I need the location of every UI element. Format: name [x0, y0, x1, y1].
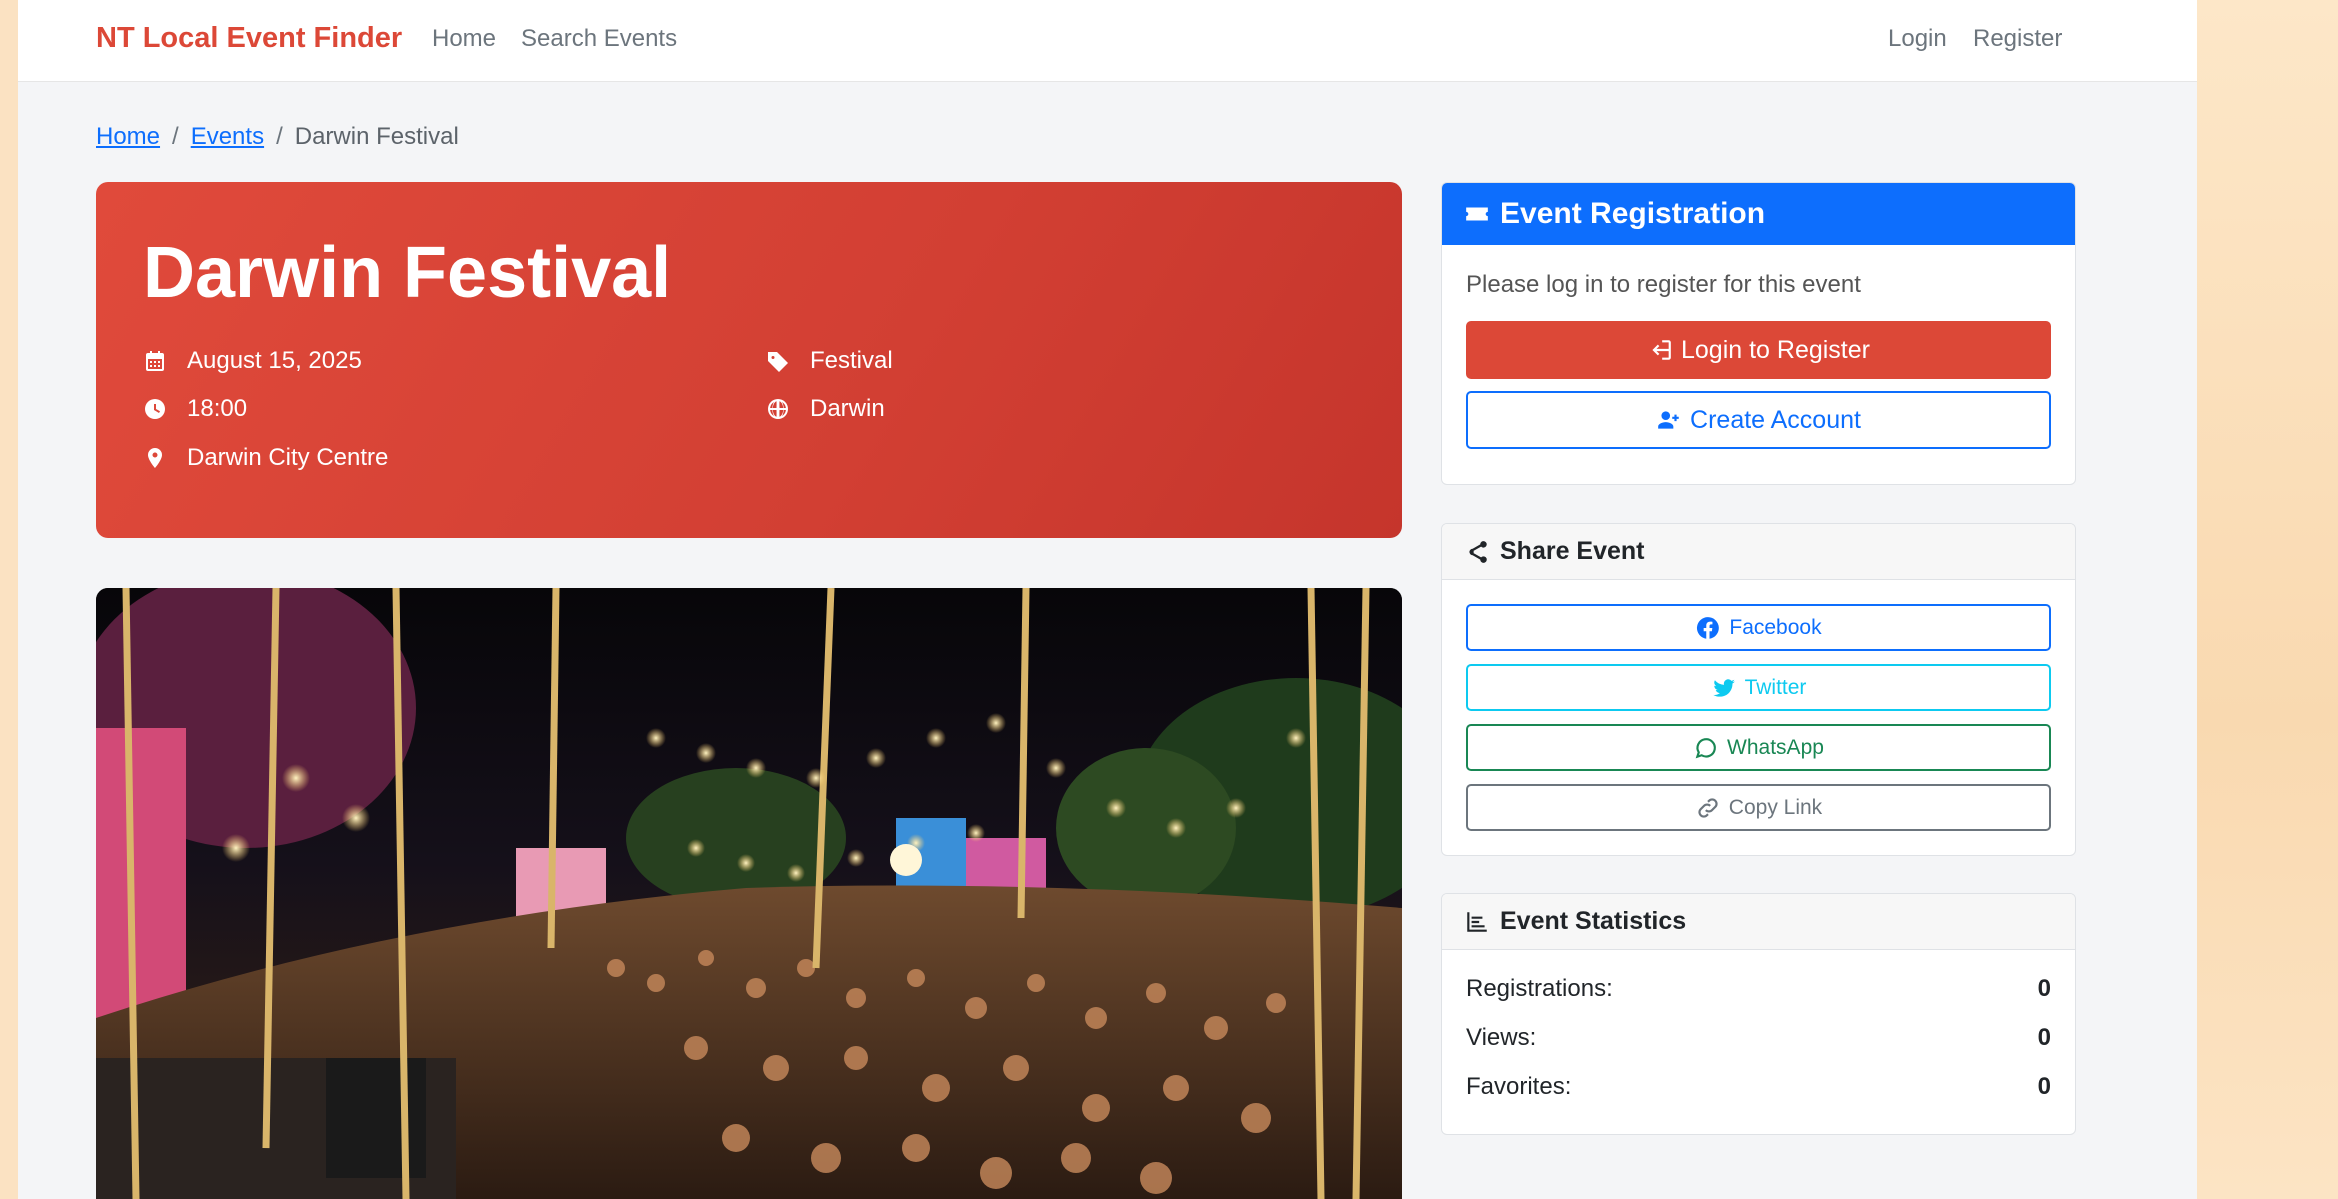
statistics-title: Event Statistics — [1500, 907, 1687, 935]
stat-value: 0 — [2037, 974, 2051, 1002]
page-backdrop-left — [0, 0, 18, 1199]
event-title: Darwin Festival — [143, 233, 672, 313]
brand-logo-link[interactable]: NT Local Event Finder — [96, 22, 402, 55]
top-navbar: NT Local Event Finder Home Search Events… — [18, 0, 2197, 82]
breadcrumb-home-link[interactable]: Home — [96, 123, 160, 151]
create-account-button[interactable]: Create Account — [1466, 391, 2051, 449]
share-whatsapp-button[interactable]: WhatsApp — [1466, 724, 2051, 771]
create-account-label: Create Account — [1690, 405, 1861, 434]
share-icon — [1469, 540, 1487, 563]
page-backdrop-right — [2197, 0, 2338, 1199]
event-hero-banner: Darwin Festival August 15, 2025 18:00 Da… — [96, 182, 1402, 538]
share-card: Share Event Facebook Twitter WhatsApp Co… — [1441, 523, 2076, 856]
nav-login-link[interactable]: Login — [1888, 25, 1947, 53]
link-icon — [1698, 797, 1718, 818]
stat-label: Registrations: — [1466, 974, 1613, 1002]
stat-value: 0 — [2037, 1072, 2051, 1100]
event-photo — [96, 588, 1402, 1199]
chart-bars-icon — [1467, 911, 1487, 932]
breadcrumb: Home / Events / Darwin Festival — [96, 123, 459, 151]
whatsapp-label: WhatsApp — [1727, 735, 1824, 759]
sign-in-icon — [1652, 340, 1671, 360]
nav-home-link[interactable]: Home — [432, 25, 496, 53]
stat-label: Views: — [1466, 1023, 1537, 1051]
event-location-meta: Darwin City Centre — [143, 444, 388, 472]
copy-link-button[interactable]: Copy Link — [1466, 784, 2051, 831]
nav-register-link[interactable]: Register — [1973, 25, 2062, 53]
nav-search-events-link[interactable]: Search Events — [521, 25, 677, 53]
event-location: Darwin City Centre — [187, 444, 389, 471]
copy-link-label: Copy Link — [1728, 795, 1823, 819]
event-region: Darwin — [810, 395, 885, 422]
tag-icon — [768, 352, 788, 372]
facebook-icon — [1697, 616, 1720, 639]
share-facebook-button[interactable]: Facebook — [1466, 604, 2051, 651]
event-time: 18:00 — [187, 395, 248, 422]
event-category: Festival — [810, 347, 893, 374]
festival-crowd-illustration — [96, 588, 1402, 1199]
share-card-header: Share Event — [1442, 524, 2075, 580]
statistics-card: Event Statistics Registrations: 0 Views:… — [1441, 893, 2076, 1135]
globe-icon — [768, 399, 788, 419]
event-date-meta: August 15, 2025 — [143, 347, 362, 375]
stat-row-views: Views: 0 — [1466, 1013, 2051, 1062]
login-to-register-button[interactable]: Login to Register — [1466, 321, 2051, 379]
event-region-meta: Darwin — [766, 395, 885, 423]
stat-row-favorites: Favorites: 0 — [1466, 1062, 2051, 1111]
registration-card: Event Registration Please log in to regi… — [1441, 182, 2076, 485]
clock-icon — [145, 399, 165, 419]
twitter-label: Twitter — [1744, 675, 1807, 699]
twitter-icon — [1712, 678, 1735, 697]
ticket-icon — [1466, 207, 1488, 221]
stat-value: 0 — [2037, 1023, 2051, 1051]
app-page: NT Local Event Finder Home Search Events… — [18, 0, 2197, 1199]
breadcrumb-events-link[interactable]: Events — [191, 123, 264, 151]
user-plus-icon — [1658, 411, 1679, 429]
share-twitter-button[interactable]: Twitter — [1466, 664, 2051, 711]
registration-message: Please log in to register for this event — [1466, 271, 1861, 298]
breadcrumb-separator: / — [276, 123, 283, 150]
breadcrumb-current: Darwin Festival — [294, 123, 459, 150]
map-pin-icon — [148, 448, 162, 468]
registration-card-header: Event Registration — [1442, 183, 2075, 245]
statistics-card-header: Event Statistics — [1442, 894, 2075, 950]
calendar-icon — [146, 351, 164, 371]
share-title: Share Event — [1500, 537, 1645, 565]
facebook-label: Facebook — [1729, 615, 1822, 639]
event-date: August 15, 2025 — [187, 347, 362, 374]
breadcrumb-separator: / — [172, 123, 179, 150]
event-category-meta: Festival — [766, 347, 893, 375]
registration-title: Event Registration — [1500, 197, 1766, 230]
stat-label: Favorites: — [1466, 1072, 1572, 1100]
whatsapp-icon — [1695, 737, 1716, 758]
login-to-register-label: Login to Register — [1680, 335, 1870, 364]
event-time-meta: 18:00 — [143, 395, 247, 423]
stat-row-registrations: Registrations: 0 — [1466, 964, 2051, 1013]
